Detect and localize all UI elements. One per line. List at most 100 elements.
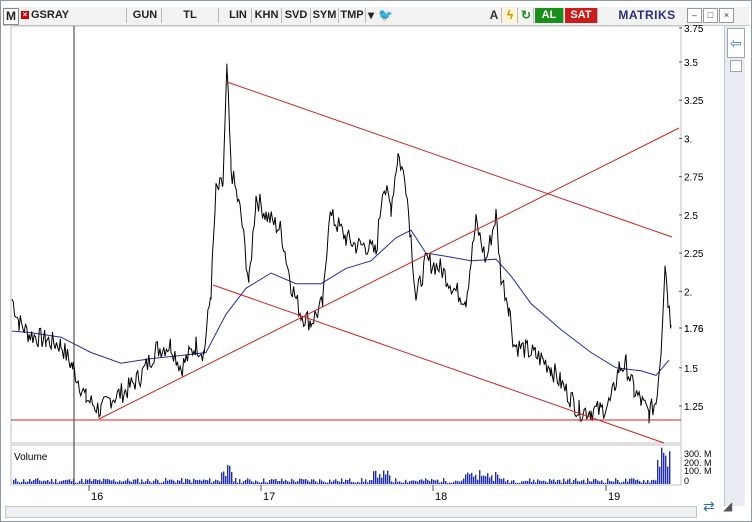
volume-bar [603,482,605,484]
y-tick-label: 3.5 [684,58,698,69]
volume-bar [661,447,663,484]
volume-bar [55,479,57,484]
volume-bar [153,480,155,484]
panel-toggle-icon[interactable] [730,60,742,72]
volume-bar [241,482,243,484]
volume-bar [115,481,117,484]
volume-bar [441,481,443,484]
volume-bar [127,478,129,484]
vertical-scrollbar[interactable]: ⇦ [724,26,745,506]
volume-bar [609,480,611,484]
volume-bar [495,472,497,484]
volume-bar [209,478,211,484]
volume-bar [133,479,135,484]
volume-bar [439,482,441,484]
volume-bar [269,480,271,484]
volume-bar [351,482,353,484]
volume-bar [251,481,253,484]
volume-bar [525,480,527,484]
volume-bar [523,481,525,484]
volume-bar [345,479,347,484]
volume-bar [363,481,365,484]
volume-bar [487,473,489,484]
volume-bar [607,478,609,484]
volume-bar [275,479,277,484]
volume-bar [169,479,171,484]
volume-bar [497,474,499,484]
volume-bar [83,482,85,484]
volume-bar [409,481,411,484]
volume-bar [597,480,599,484]
volume-bar [339,481,341,484]
volume-bar [435,480,437,484]
volume-bar [483,475,485,484]
volume-bar [45,480,47,484]
volume-bar [143,482,145,484]
volume-bar [393,482,395,484]
volume-bar [27,481,29,484]
volume-bar [563,478,565,484]
back-arrow-icon[interactable]: ⇦ [727,28,745,58]
settings-icon[interactable]: ◢ [723,499,737,513]
volume-bar [667,466,669,484]
volume-bar [149,481,151,484]
volume-bar [305,479,307,484]
volume-bar [223,471,225,484]
sync-icon[interactable]: ⇄ [703,498,719,514]
volume-bar [331,482,333,484]
volume-bar [645,482,647,484]
volume-bar [59,481,61,484]
volume-bar [361,478,363,484]
volume-bar [245,479,247,484]
volume-bar [395,478,397,484]
volume-bar [629,478,631,484]
horizontal-scrollbar[interactable] [5,506,697,518]
volume-bar [165,478,167,484]
volume-bar [643,479,645,484]
volume-bar [69,479,71,484]
volume-bar [403,482,405,484]
volume-bar [569,478,571,484]
price-chart[interactable]: 1.76 3.753.53.253.2.752.52.252.1.761.51.… [1,1,723,506]
volume-bar [663,452,665,484]
volume-bar [617,480,619,484]
volume-bar [185,478,187,484]
volume-bar [387,470,389,484]
volume-bar [445,481,447,484]
volume-bar [343,482,345,484]
volume-bar [451,482,453,484]
volume-bar [129,480,131,484]
volume-bar [173,480,175,484]
volume-bar [87,479,89,484]
volume-bar [623,481,625,484]
volume-bar [279,481,281,484]
volume-bar [443,478,445,484]
volume-bar [613,481,615,484]
volume-bar [479,470,481,484]
y-tick-label: 2. [684,287,692,298]
volume-bar [553,479,555,484]
volume-bar [109,479,111,484]
volume-bar [79,481,81,484]
volume-bar [459,481,461,484]
y-tick-label: 2.5 [684,211,698,222]
volume-bar [527,480,529,484]
volume-bar [237,482,239,484]
volume-bar [581,480,583,484]
volume-bar [97,480,99,484]
volume-bar [471,472,473,484]
volume-bar [371,480,373,484]
volume-bar [13,479,15,484]
volume-bar [213,481,215,484]
volume-bar [433,479,435,484]
volume-bar [585,483,587,484]
volume-bar [437,479,439,484]
volume-bar [37,478,39,484]
volume-bar [447,483,449,484]
volume-bar [647,480,649,484]
volume-bar [261,482,263,484]
volume-bar [457,481,459,484]
volume-bar [295,482,297,484]
volume-bar [313,479,315,484]
volume-bar [299,478,301,484]
